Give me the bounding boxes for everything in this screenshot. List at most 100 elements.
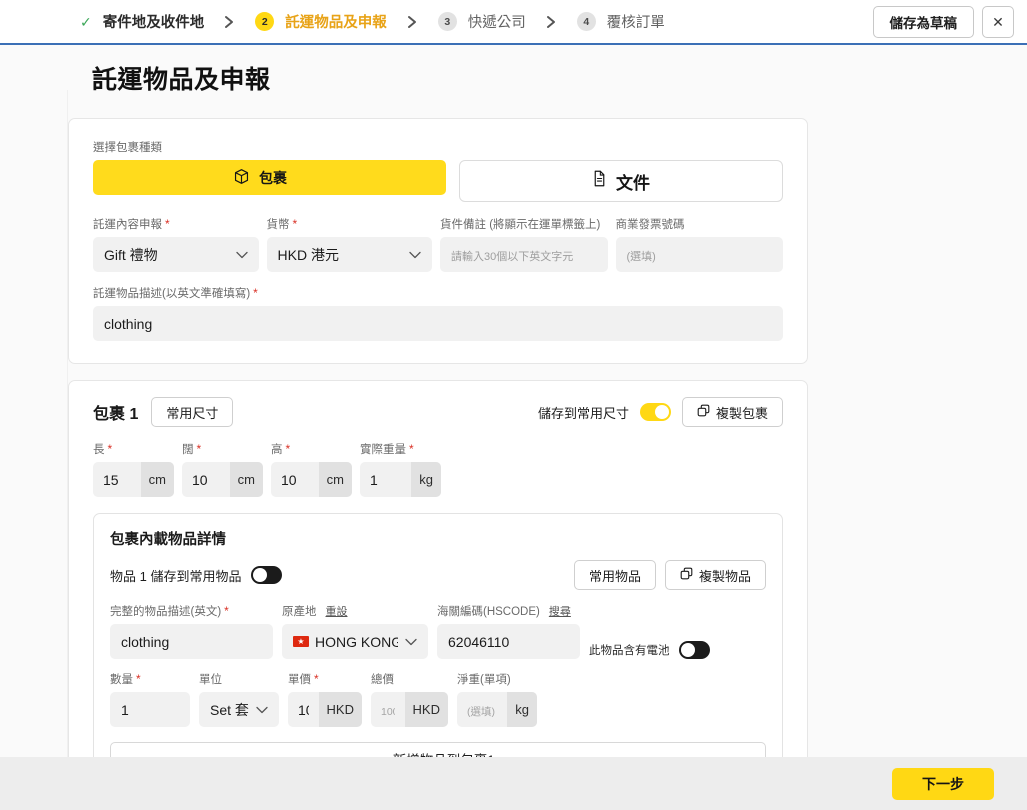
content-declare-label: 託運內容申報 * — [93, 216, 259, 232]
next-step-button[interactable]: 下一步 — [892, 768, 994, 800]
item-details-toolbar: 物品 1 儲存到常用物品 常用物品 複製物品 — [110, 560, 766, 590]
item-origin-field: 原產地 重設 ★ HONG KONG ... — [282, 603, 428, 659]
item-details-actions: 常用物品 複製物品 — [574, 560, 766, 590]
item-unit-field: 單位 Set 套 — [199, 671, 279, 727]
currency-select[interactable]: HKD 港元 — [267, 237, 433, 272]
height-field: 高 * cm — [271, 441, 352, 497]
stepper-step-declaration-number: 2 — [255, 12, 274, 31]
weight-input[interactable] — [360, 462, 411, 497]
weight-field: 實際重量 * kg — [360, 441, 441, 497]
required-marker: * — [108, 442, 113, 456]
currency-label: 貨幣 * — [267, 216, 433, 232]
hscode-search-link[interactable]: 搜尋 — [549, 603, 571, 619]
copy-package-label: 複製包裹 — [716, 403, 768, 422]
item-total-price-currency: HKD — [405, 692, 448, 727]
footer-bar: 下一步 — [0, 757, 1027, 810]
item-battery-field: 此物品含有電池 — [589, 641, 709, 659]
copy-item-label: 複製物品 — [699, 566, 751, 585]
item-battery-label: 此物品含有電池 — [589, 642, 670, 658]
content-declare-select[interactable]: Gift 禮物 — [93, 237, 259, 272]
document-icon — [592, 170, 607, 192]
item-net-weight-label: 淨重(單項) — [457, 671, 537, 687]
required-marker: * — [165, 217, 170, 231]
stepper-step-addresses[interactable]: ✓ 寄件地及收件地 — [80, 11, 204, 32]
required-marker: * — [253, 286, 258, 300]
stepper-step-courier[interactable]: 3 快遞公司 — [438, 11, 526, 32]
save-size-toggle[interactable] — [640, 403, 671, 421]
required-marker: * — [286, 442, 291, 456]
width-field: 闊 * cm — [182, 441, 263, 497]
item-unit-price-currency: HKD — [319, 692, 362, 727]
stepper-step-declaration-label: 託運物品及申報 — [285, 11, 387, 32]
item-unit-label: 單位 — [199, 671, 279, 687]
save-item-label: 物品 1 儲存到常用物品 — [110, 566, 241, 585]
goods-description-label: 託運物品描述(以英文準確填寫) * — [93, 285, 783, 301]
item-quantity-input[interactable] — [110, 692, 190, 727]
goods-description-input[interactable] — [93, 306, 783, 341]
height-unit: cm — [319, 462, 352, 497]
common-size-button[interactable]: 常用尺寸 — [151, 397, 233, 427]
page-title: 託運物品及申報 — [92, 60, 1027, 96]
item-description-input[interactable] — [110, 624, 273, 659]
invoice-number-input[interactable] — [616, 237, 784, 272]
item-hscode-input[interactable] — [437, 624, 580, 659]
width-label: 闊 * — [182, 441, 263, 457]
shipment-remark-field: 貨件備註 (將顯示在運單標籤上) — [440, 216, 608, 272]
item-net-weight-input[interactable] — [457, 692, 507, 727]
weight-label: 實際重量 * — [360, 441, 441, 457]
package-header: 包裹 1 常用尺寸 儲存到常用尺寸 複製包裹 — [93, 397, 783, 427]
page-body: 託運物品及申報 選擇包裹種類 包裹 文件 託運內容申報 — [0, 45, 1027, 757]
item-hscode-label: 海關編碼(HSCODE) 搜尋 — [437, 603, 580, 619]
check-icon: ✓ — [80, 15, 92, 29]
stepper-step-review[interactable]: 4 覆核訂單 — [577, 11, 665, 32]
length-unit: cm — [141, 462, 174, 497]
item-details-title: 包裹內載物品詳情 — [110, 528, 766, 549]
origin-reset-link[interactable]: 重設 — [326, 603, 348, 619]
shipment-remark-input[interactable] — [440, 237, 608, 272]
item-quantity-label: 數量 * — [110, 671, 190, 687]
save-item-toggle[interactable] — [251, 566, 282, 584]
stepper-step-addresses-label: 寄件地及收件地 — [103, 11, 205, 32]
add-item-button[interactable]: + 新增物品到包裹1 — [110, 742, 766, 757]
copy-package-button[interactable]: 複製包裹 — [682, 397, 783, 427]
length-label: 長 * — [93, 441, 174, 457]
height-input[interactable] — [271, 462, 319, 497]
package-header-actions: 儲存到常用尺寸 複製包裹 — [538, 397, 783, 427]
chevron-right-icon — [224, 15, 235, 29]
item-unit-select[interactable]: Set 套 — [199, 692, 279, 727]
item-unit-price-label: 單價 * — [288, 671, 362, 687]
close-icon[interactable]: ✕ — [982, 6, 1014, 38]
item-origin-select[interactable]: ★ HONG KONG ... — [282, 624, 428, 659]
stepper-step-declaration[interactable]: 2 託運物品及申報 — [255, 11, 387, 32]
stepper-step-courier-number: 3 — [438, 12, 457, 31]
item-battery-toggle[interactable] — [679, 641, 710, 659]
chevron-right-icon — [407, 15, 418, 29]
save-draft-button[interactable]: 儲存為草稿 — [873, 6, 975, 38]
item-total-price-input[interactable] — [371, 692, 405, 727]
item-total-price-field: 總價 HKD — [371, 671, 448, 727]
package-dimensions-row: 長 * cm 闊 * cm 高 — [93, 441, 783, 497]
package-type-parcel-button[interactable]: 包裹 — [93, 160, 446, 195]
width-input[interactable] — [182, 462, 230, 497]
shipment-remark-label: 貨件備註 (將顯示在運單標籤上) — [440, 216, 608, 232]
common-item-button[interactable]: 常用物品 — [574, 560, 656, 590]
stepper-step-review-number: 4 — [577, 12, 596, 31]
item-quantity-row: 數量 * 單位 Set 套 單價 — [110, 671, 766, 727]
required-marker: * — [197, 442, 202, 456]
box-icon — [233, 168, 250, 188]
item-origin-value: HONG KONG ... — [315, 634, 398, 650]
length-field: 長 * cm — [93, 441, 174, 497]
declaration-card: 選擇包裹種類 包裹 文件 託運內容申報 * — [68, 118, 808, 364]
currency-field: 貨幣 * HKD 港元 — [267, 216, 433, 272]
top-stepper-bar: ✓ 寄件地及收件地 2 託運物品及申報 3 快遞公司 4 覆核訂單 儲存為草稿 … — [0, 0, 1027, 45]
required-marker: * — [409, 442, 414, 456]
required-marker: * — [136, 672, 141, 686]
required-marker: * — [293, 217, 298, 231]
package-type-document-button[interactable]: 文件 — [459, 160, 783, 202]
copy-item-button[interactable]: 複製物品 — [665, 560, 766, 590]
item-unit-price-input[interactable] — [288, 692, 319, 727]
content-declare-field: 託運內容申報 * Gift 禮物 — [93, 216, 259, 272]
package-type-parcel-label: 包裹 — [259, 168, 287, 188]
item-details-box: 包裹內載物品詳情 物品 1 儲存到常用物品 常用物品 複製物品 — [93, 513, 783, 757]
length-input[interactable] — [93, 462, 141, 497]
